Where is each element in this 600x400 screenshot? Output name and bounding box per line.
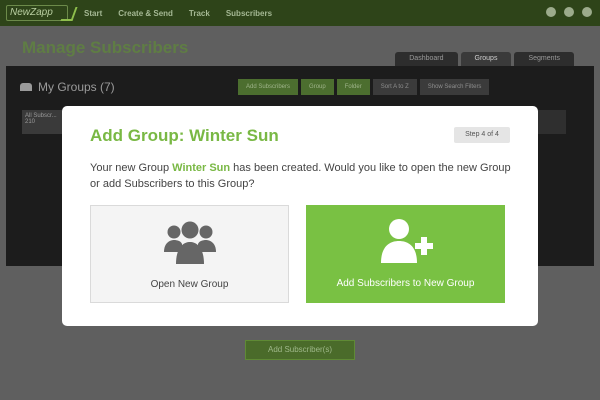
logout-icon[interactable] — [582, 7, 592, 17]
page-title: Manage Subscribers — [22, 38, 189, 57]
groups-title: My Groups (7) — [20, 80, 115, 94]
open-new-group-button[interactable]: Open New Group — [90, 205, 289, 303]
top-navigation-bar: NewZapp Start Create & Send Track Subscr… — [0, 0, 600, 26]
group-name-highlight: Winter Sun — [172, 162, 231, 174]
step-badge: Step 4 of 4 — [454, 127, 510, 143]
nav-start[interactable]: Start — [84, 9, 102, 18]
search-filters-button[interactable]: Show Search Filters — [419, 79, 490, 95]
add-group-modal: Add Group: Winter Sun Step 4 of 4 Your n… — [62, 106, 538, 326]
nav-icon-group — [538, 7, 592, 17]
newzapp-logo[interactable]: NewZapp — [6, 5, 68, 21]
tab-groups[interactable]: Groups — [460, 52, 512, 66]
new-folder-button[interactable]: Folder — [336, 79, 370, 95]
tab-dashboard[interactable]: Dashboard — [395, 52, 458, 66]
group-card[interactable] — [536, 110, 566, 134]
main-nav: Start Create & Send Track Subscribers — [84, 9, 288, 18]
message-prefix: Your new Group — [90, 162, 173, 174]
nav-create-send[interactable]: Create & Send — [118, 9, 173, 18]
add-user-icon — [381, 219, 433, 263]
add-subscribers-toolbar-button[interactable]: Add Subscribers — [238, 79, 299, 95]
add-subscribers-label: Add Subscribers to New Group — [336, 278, 475, 289]
groups-toolbar: Add Subscribers Group Folder Sort A to Z… — [238, 79, 492, 95]
gear-icon[interactable] — [564, 7, 574, 17]
open-new-group-label: Open New Group — [150, 279, 229, 290]
add-subscribers-button[interactable]: Add Subscriber(s) — [245, 340, 355, 360]
tab-segments[interactable]: Segments — [514, 52, 574, 66]
nav-subscribers[interactable]: Subscribers — [226, 9, 272, 18]
add-subscribers-to-group-button[interactable]: Add Subscribers to New Group — [306, 205, 505, 303]
help-icon[interactable] — [546, 7, 556, 17]
group-icon — [164, 221, 216, 264]
group-card-count: 210 — [25, 119, 36, 125]
modal-title: Add Group: Winter Sun — [90, 126, 279, 145]
page-tabs: Dashboard Groups Segments — [392, 52, 574, 66]
sort-dropdown[interactable]: Sort A to Z — [372, 79, 417, 95]
modal-message: Your new Group Winter Sun has been creat… — [90, 160, 518, 192]
new-group-button[interactable]: Group — [301, 79, 334, 95]
nav-track[interactable]: Track — [189, 9, 210, 18]
